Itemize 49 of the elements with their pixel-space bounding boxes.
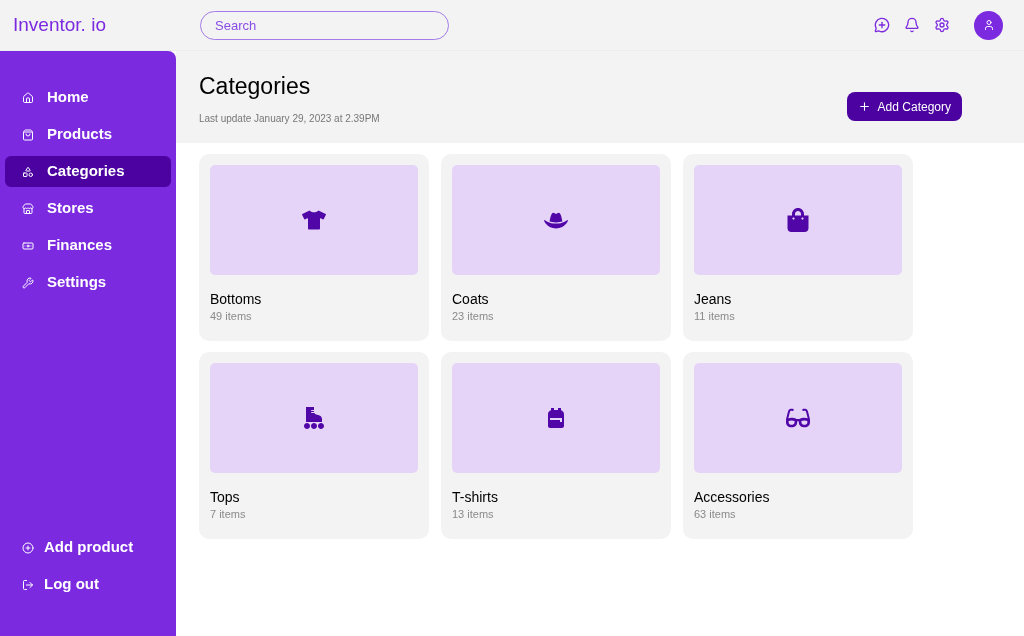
bag-icon — [786, 208, 810, 232]
add-icon — [22, 541, 34, 554]
user-icon — [982, 19, 995, 31]
category-name: Accessories — [694, 488, 771, 506]
item-count: 49 items — [210, 309, 253, 324]
sidebar-item[interactable]: Settings — [5, 267, 171, 298]
category-card[interactable]: Accessories 63 items — [683, 352, 913, 539]
roller-skate-icon — [302, 406, 326, 430]
category-card[interactable]: T-shirts 13 items — [441, 352, 671, 539]
glasses-icon — [786, 406, 810, 430]
wrench-icon — [22, 276, 34, 289]
home-icon — [22, 91, 34, 104]
settings-icon[interactable] — [934, 17, 950, 33]
chat-icon[interactable] — [874, 17, 890, 33]
page-title: Categories — [199, 72, 312, 101]
add-category-button[interactable]: Add Category — [846, 92, 962, 121]
category-card[interactable]: Tops 7 items — [199, 352, 429, 539]
category-card[interactable]: Jeans 11 items — [683, 154, 913, 341]
sidebar-item[interactable]: Finances — [5, 230, 171, 261]
item-count: 23 items — [452, 309, 495, 324]
category-name: Bottoms — [210, 290, 263, 308]
sidebar-item[interactable]: Stores — [5, 193, 171, 224]
tshirt-icon — [302, 208, 326, 232]
sidebar-item[interactable]: Home — [5, 82, 171, 113]
banknote-icon — [22, 239, 34, 252]
avatar-button[interactable] — [974, 10, 1003, 40]
last-update-text: Last update January 29, 2023 at 2.39PM — [199, 112, 380, 126]
search-field[interactable]: Search — [200, 10, 449, 40]
logout-icon — [22, 578, 34, 591]
category-name: T-shirts — [452, 488, 499, 506]
brand-logo: Inventor. io — [12, 12, 107, 37]
bag-icon — [22, 128, 34, 141]
notification-icon[interactable] — [904, 17, 920, 33]
sidebar-item[interactable]: Categories — [5, 156, 171, 187]
store-icon — [22, 202, 34, 215]
category-card[interactable]: Coats 23 items — [441, 154, 671, 341]
shapes-icon — [22, 165, 34, 178]
item-count: 11 items — [694, 309, 736, 324]
category-name: Coats — [452, 290, 490, 308]
category-card[interactable]: Bottoms 49 items — [199, 154, 429, 341]
item-count: 7 items — [210, 507, 247, 522]
item-count: 63 items — [694, 507, 737, 522]
category-name: Tops — [210, 488, 241, 506]
item-count: 13 items — [452, 507, 495, 522]
sidebar-link[interactable]: Log out — [5, 569, 171, 600]
plus-icon — [857, 100, 871, 113]
category-name: Jeans — [694, 290, 733, 308]
sidebar-item[interactable]: Products — [5, 119, 171, 150]
sidebar-link[interactable]: Add product — [5, 532, 171, 563]
